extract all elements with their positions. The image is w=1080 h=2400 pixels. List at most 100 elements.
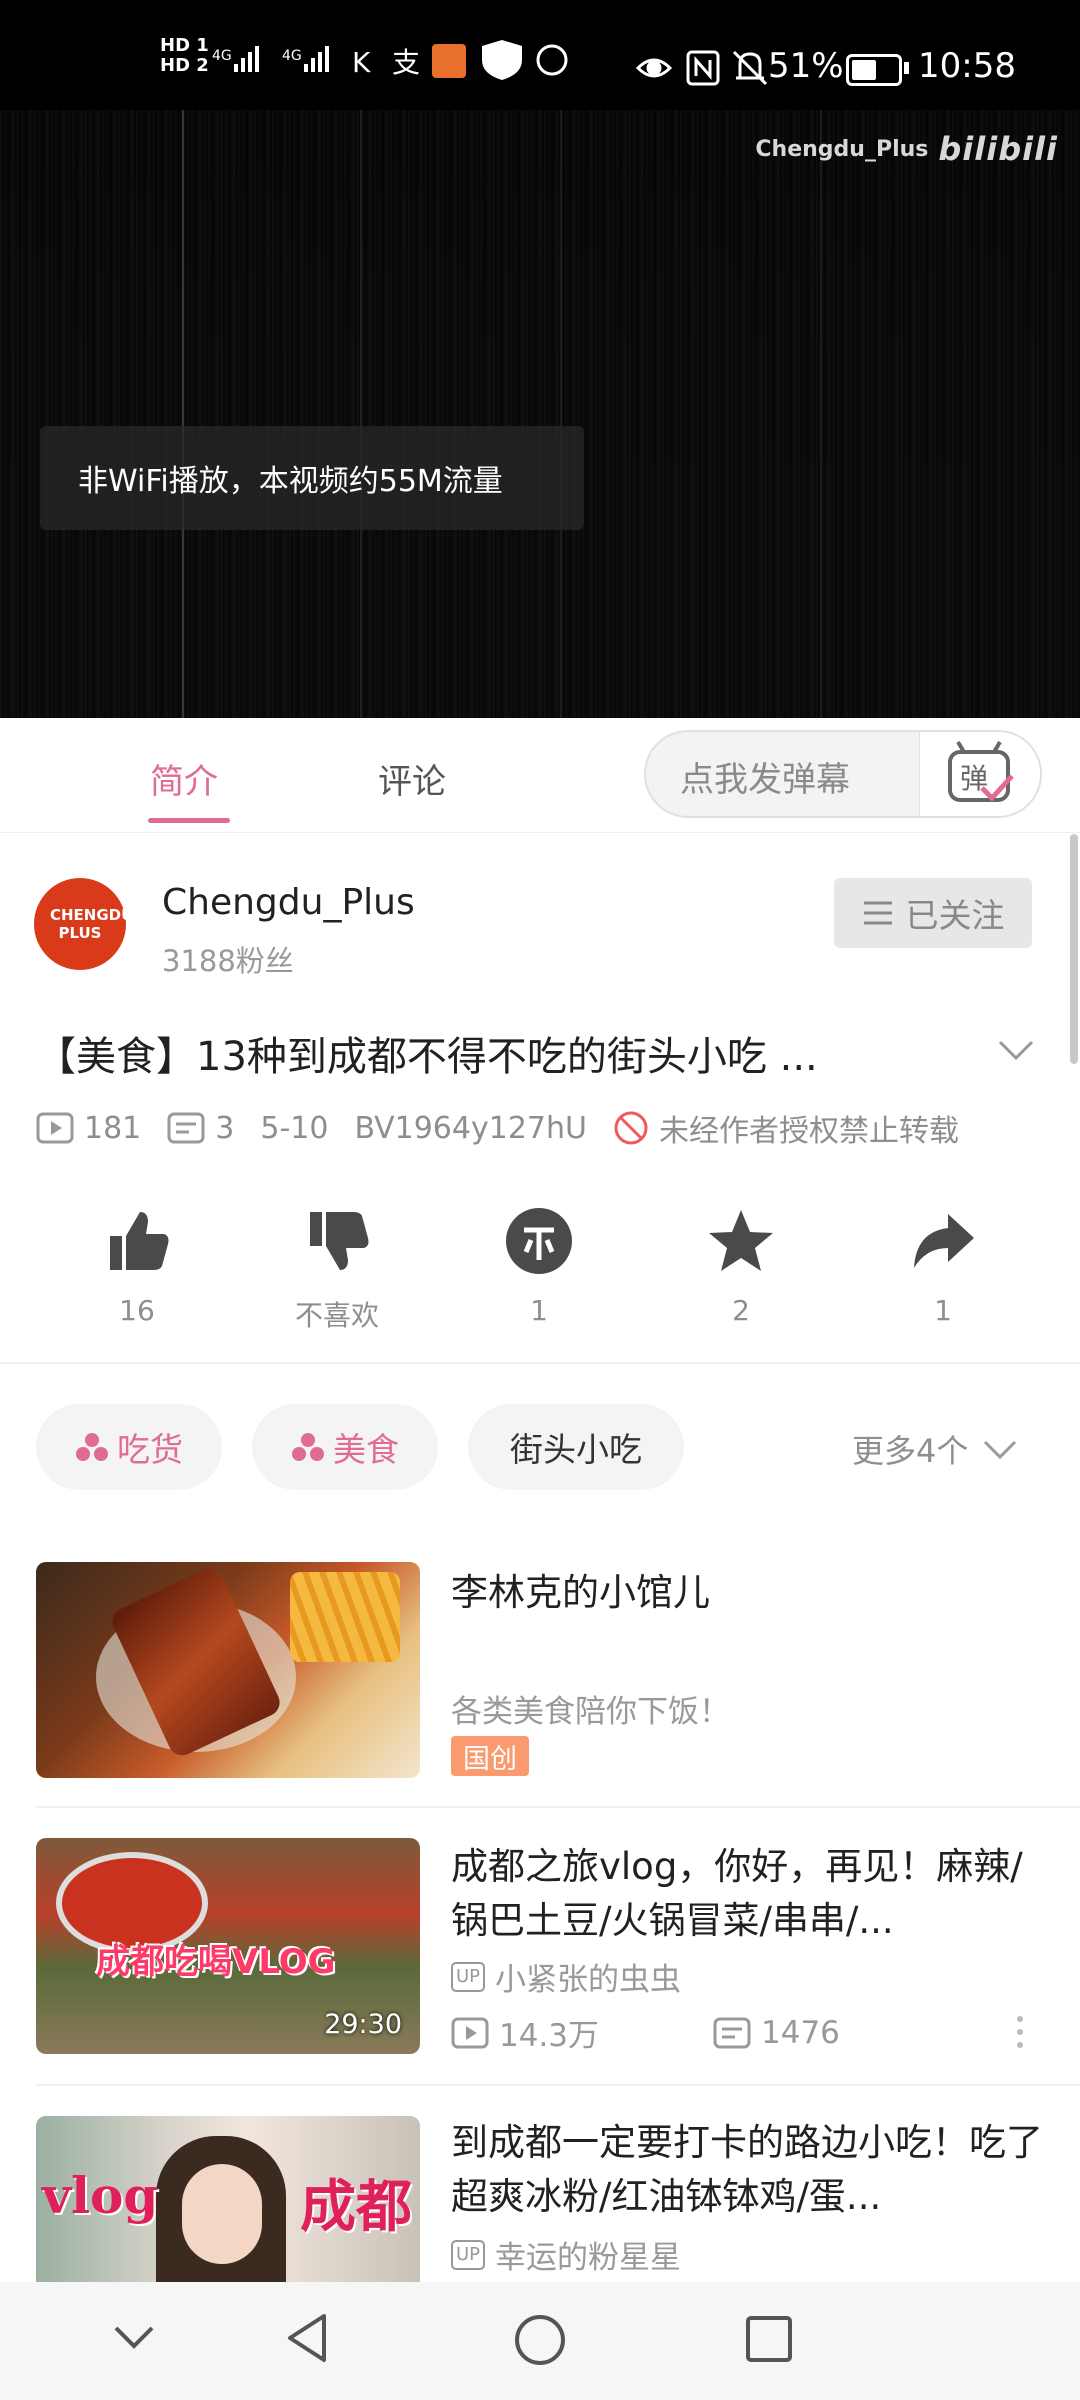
view-count: 181 (84, 1110, 142, 1146)
up-badge-icon: UP (451, 2239, 486, 2270)
divider (0, 1362, 1080, 1364)
recents-icon[interactable] (744, 2314, 794, 2364)
tag-label: 吃货 (117, 1430, 183, 1469)
divider (36, 1806, 1080, 1808)
battery-tip (904, 62, 909, 74)
danmaku-placeholder: 点我发弹幕 (680, 760, 850, 800)
related-title[interactable]: 到成都一定要打卡的路边小吃！吃了超爽冰粉/红油钵钵鸡/蛋... (451, 2116, 1051, 2224)
share-button[interactable]: 1 (878, 1206, 1008, 1327)
star-icon (709, 1210, 773, 1271)
video-player[interactable]: Chengdu_Plus bilibili 非WiFi播放，本视频约55M流量 (0, 110, 1080, 718)
follow-label: 已关注 (905, 896, 1005, 935)
back-icon[interactable] (284, 2312, 332, 2364)
danmaku-count-icon (167, 1112, 205, 1144)
tab-comments[interactable]: 评论 (378, 754, 446, 803)
dislike-button[interactable]: 不喜欢 (272, 1206, 402, 1334)
uploader-fans: 3188粉丝 (162, 944, 294, 978)
play-count-icon (451, 2017, 489, 2048)
related-stats: 14.3万 1476 (451, 2010, 840, 2055)
danmaku-count-icon (713, 2017, 751, 2048)
svg-text:K: K (352, 46, 371, 79)
related-title[interactable]: 李林克的小馆儿 (451, 1566, 1051, 1620)
video-stats: 181 3 5-10 BV1964y127hU 未经作者授权禁止转载 (36, 1106, 985, 1150)
bvid: BV1964y127hU (354, 1110, 587, 1146)
menu-lines-icon (863, 901, 892, 925)
system-nav-bar (0, 2282, 1080, 2400)
active-tab-indicator (148, 818, 230, 823)
thumbnail-caption-left: vlog (42, 2166, 159, 2225)
like-count: 16 (119, 1294, 155, 1327)
tag-chihuo[interactable]: 吃货 (36, 1404, 222, 1490)
thumbs-down-icon (310, 1212, 369, 1270)
data-usage-toast: 非WiFi播放，本视频约55M流量 (40, 426, 584, 530)
status-bar: HD 1 HD 2 4G 4G K 支 51% 10:58 (0, 0, 1080, 110)
watermark-channel: Chengdu_Plus (755, 136, 929, 162)
danmaku-input[interactable]: 点我发弹幕 弹 (644, 730, 1042, 818)
danmaku-count: 3 (215, 1110, 235, 1146)
clock: 10:58 (918, 46, 1016, 86)
bilibili-logo: bilibili (938, 130, 1058, 168)
guochuang-badge: 国创 (451, 1736, 529, 1776)
related-uploader-name: 幸运的粉星星 (495, 2240, 682, 2276)
battery-percent: 51% (768, 46, 844, 86)
battery-icon (846, 54, 902, 86)
related-thumbnail[interactable]: vlog 成都 (36, 2116, 420, 2282)
thumbs-up-icon (110, 1212, 169, 1270)
related-subtitle: 各类美食陪你下饭！ (451, 1694, 730, 1730)
up-badge-icon: UP (451, 1961, 486, 1992)
dislike-label: 不喜欢 (294, 1299, 379, 1332)
related-title[interactable]: 成都之旅vlog，你好，再见！麻辣/锅巴土豆/火锅冒菜/串串/... (451, 1840, 1051, 1948)
tag-label: 美食 (333, 1430, 399, 1469)
related-uploader-name: 小紧张的虫虫 (495, 1962, 682, 1998)
channel-tag-icon (292, 1433, 324, 1461)
related-thumbnail[interactable]: 成都吃喝VLOG 29:30 (36, 1838, 420, 2054)
related-thumbnail[interactable] (36, 1562, 420, 1778)
more-options-icon[interactable] (1010, 2014, 1030, 2050)
tag-label: 街头小吃 (510, 1430, 642, 1469)
related-views: 14.3万 (499, 2018, 600, 2054)
home-icon[interactable] (512, 2312, 568, 2368)
avatar-text: CHENGDU PLUS (50, 906, 134, 942)
divider (36, 2084, 1080, 2086)
coin-icon (506, 1208, 572, 1274)
like-button[interactable]: 16 (72, 1206, 202, 1327)
scrollbar[interactable] (1070, 834, 1078, 1064)
danmaku-toggle-button[interactable]: 弹 (919, 732, 1040, 816)
tag-meishi[interactable]: 美食 (252, 1404, 438, 1490)
related-uploader[interactable]: UP 小紧张的虫虫 (451, 1954, 681, 1999)
publish-date: 5-10 (260, 1110, 329, 1146)
favorite-button[interactable]: 2 (676, 1206, 806, 1327)
network-status-icons: 4G 4G K 支 (212, 40, 568, 80)
chevron-down-icon (984, 1440, 1017, 1460)
favorite-count: 2 (732, 1294, 750, 1327)
thumbnail-caption: 成都吃喝VLOG (96, 1942, 336, 1982)
svg-text:4G: 4G (282, 48, 302, 64)
video-watermark: Chengdu_Plus bilibili (755, 130, 1058, 168)
uploader-avatar[interactable]: CHENGDU PLUS (34, 878, 134, 970)
coin-button[interactable]: 1 (474, 1206, 604, 1327)
no-repost-icon (614, 1111, 648, 1145)
play-count-icon (36, 1112, 74, 1144)
more-tags-button[interactable]: 更多4个 (852, 1426, 1018, 1472)
video-duration: 29:30 (324, 2009, 402, 2040)
chevron-down-icon[interactable] (112, 2322, 156, 2352)
uploader-name[interactable]: Chengdu_Plus (162, 882, 415, 923)
share-count: 1 (934, 1294, 952, 1327)
channel-tag-icon (76, 1433, 108, 1461)
thumbnail-caption-right: 成都 (300, 2175, 412, 2240)
coin-count: 1 (530, 1294, 548, 1327)
signal-icons: HD 1 HD 2 (160, 35, 209, 76)
chevron-down-icon[interactable] (996, 1030, 1036, 1070)
related-uploader[interactable]: UP 幸运的粉星星 (451, 2232, 681, 2277)
video-title[interactable]: 【美食】13种到成都不得不吃的街头小吃 ... (36, 1024, 976, 1082)
share-icon (914, 1214, 974, 1268)
more-tags-label: 更多4个 (852, 1432, 969, 1470)
tag-street-food[interactable]: 街头小吃 (468, 1404, 684, 1490)
danmaku-toggle-icon: 弹 (948, 740, 1014, 802)
related-danmaku: 1476 (761, 2014, 840, 2051)
follow-button[interactable]: 已关注 (834, 878, 1032, 948)
svg-text:4G: 4G (212, 48, 232, 64)
tab-intro[interactable]: 简介 (150, 754, 218, 803)
copyright-notice: 未经作者授权禁止转载 (658, 1114, 959, 1149)
svg-text:支: 支 (392, 46, 420, 79)
